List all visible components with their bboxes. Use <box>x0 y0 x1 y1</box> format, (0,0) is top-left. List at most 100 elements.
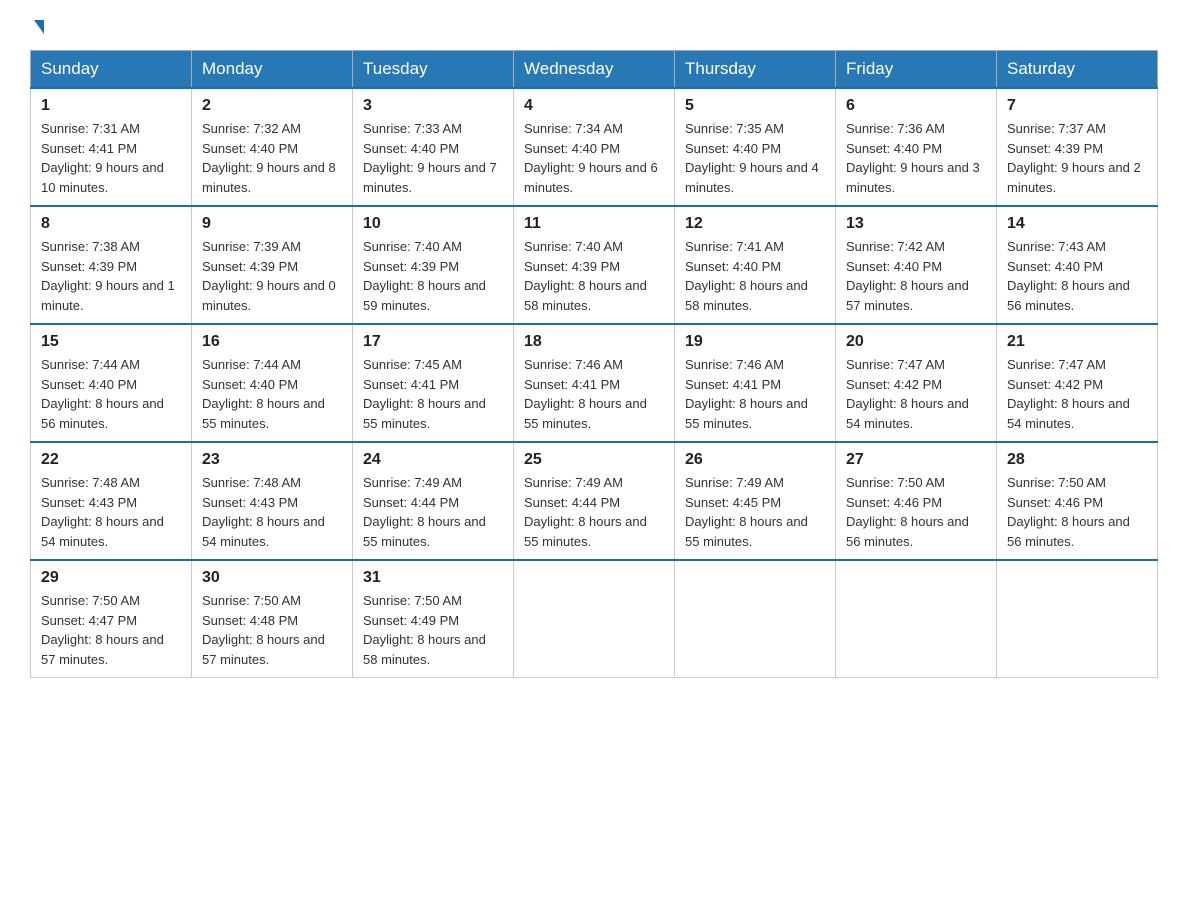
day-info: Sunrise: 7:46 AMSunset: 4:41 PMDaylight:… <box>685 355 825 433</box>
day-number: 27 <box>846 451 986 469</box>
day-of-week-header: Thursday <box>675 51 836 89</box>
day-number: 30 <box>202 569 342 587</box>
calendar-cell: 20 Sunrise: 7:47 AMSunset: 4:42 PMDayligh… <box>836 324 997 442</box>
calendar-cell <box>836 560 997 678</box>
calendar-cell: 8 Sunrise: 7:38 AMSunset: 4:39 PMDaylight… <box>31 206 192 324</box>
day-number: 19 <box>685 333 825 351</box>
calendar-cell: 9Sunrise: 7:39 AMSunset: 4:39 PMDaylight… <box>192 206 353 324</box>
day-number: 2 <box>202 97 342 115</box>
day-of-week-header: Monday <box>192 51 353 89</box>
calendar-cell <box>514 560 675 678</box>
day-info: Sunrise: 7:43 AMSunset: 4:40 PMDaylight:… <box>1007 237 1147 315</box>
day-number: 28 <box>1007 451 1147 469</box>
calendar-cell: 17Sunrise: 7:45 AMSunset: 4:41 PMDayligh… <box>353 324 514 442</box>
logo-blue-text <box>30 20 44 34</box>
day-info: Sunrise: 7:38 AMSunset: 4:39 PMDaylight:… <box>41 237 181 315</box>
day-info: Sunrise: 7:50 AMSunset: 4:48 PMDaylight:… <box>202 591 342 669</box>
day-info: Sunrise: 7:42 AMSunset: 4:40 PMDaylight:… <box>846 237 986 315</box>
day-number: 18 <box>524 333 664 351</box>
calendar-cell: 27 Sunrise: 7:50 AMSunset: 4:46 PMDayligh… <box>836 442 997 560</box>
day-info: Sunrise: 7:45 AMSunset: 4:41 PMDaylight:… <box>363 355 503 433</box>
day-info: Sunrise: 7:35 AMSunset: 4:40 PMDaylight:… <box>685 119 825 197</box>
calendar-cell: 14 Sunrise: 7:43 AMSunset: 4:40 PMDayligh… <box>997 206 1158 324</box>
week-row: 15Sunrise: 7:44 AMSunset: 4:40 PMDayligh… <box>31 324 1158 442</box>
calendar-cell: 30 Sunrise: 7:50 AMSunset: 4:48 PMDayligh… <box>192 560 353 678</box>
day-info: Sunrise: 7:49 AMSunset: 4:45 PMDaylight:… <box>685 473 825 551</box>
calendar-cell: 19 Sunrise: 7:46 AMSunset: 4:41 PMDayligh… <box>675 324 836 442</box>
day-info: Sunrise: 7:40 AMSunset: 4:39 PMDaylight:… <box>363 237 503 315</box>
day-number: 21 <box>1007 333 1147 351</box>
day-number: 25 <box>524 451 664 469</box>
day-of-week-header: Sunday <box>31 51 192 89</box>
calendar-cell: 13 Sunrise: 7:42 AMSunset: 4:40 PMDayligh… <box>836 206 997 324</box>
week-row: 1 Sunrise: 7:31 AMSunset: 4:41 PMDaylight… <box>31 88 1158 206</box>
calendar-cell: 21 Sunrise: 7:47 AMSunset: 4:42 PMDayligh… <box>997 324 1158 442</box>
calendar-cell: 25 Sunrise: 7:49 AMSunset: 4:44 PMDayligh… <box>514 442 675 560</box>
calendar-cell: 22Sunrise: 7:48 AMSunset: 4:43 PMDayligh… <box>31 442 192 560</box>
day-number: 31 <box>363 569 503 587</box>
calendar-cell: 6 Sunrise: 7:36 AMSunset: 4:40 PMDaylight… <box>836 88 997 206</box>
calendar-cell <box>675 560 836 678</box>
day-number: 14 <box>1007 215 1147 233</box>
calendar-cell: 18 Sunrise: 7:46 AMSunset: 4:41 PMDayligh… <box>514 324 675 442</box>
day-info: Sunrise: 7:33 AMSunset: 4:40 PMDaylight:… <box>363 119 503 197</box>
calendar-cell: 16 Sunrise: 7:44 AMSunset: 4:40 PMDayligh… <box>192 324 353 442</box>
day-number: 4 <box>524 97 664 115</box>
day-of-week-header: Saturday <box>997 51 1158 89</box>
day-info: Sunrise: 7:50 AMSunset: 4:46 PMDaylight:… <box>1007 473 1147 551</box>
days-header-row: SundayMondayTuesdayWednesdayThursdayFrid… <box>31 51 1158 89</box>
day-number: 11 <box>524 215 664 233</box>
calendar-cell: 23 Sunrise: 7:48 AMSunset: 4:43 PMDayligh… <box>192 442 353 560</box>
logo-triangle-icon <box>34 20 44 34</box>
day-of-week-header: Tuesday <box>353 51 514 89</box>
calendar-cell: 28 Sunrise: 7:50 AMSunset: 4:46 PMDayligh… <box>997 442 1158 560</box>
day-info: Sunrise: 7:47 AMSunset: 4:42 PMDaylight:… <box>1007 355 1147 433</box>
calendar-cell: 1 Sunrise: 7:31 AMSunset: 4:41 PMDaylight… <box>31 88 192 206</box>
day-number: 8 <box>41 215 181 233</box>
calendar-cell: 31 Sunrise: 7:50 AMSunset: 4:49 PMDayligh… <box>353 560 514 678</box>
day-number: 13 <box>846 215 986 233</box>
day-info: Sunrise: 7:50 AMSunset: 4:47 PMDaylight:… <box>41 591 181 669</box>
calendar-cell: 10 Sunrise: 7:40 AMSunset: 4:39 PMDayligh… <box>353 206 514 324</box>
day-info: Sunrise: 7:36 AMSunset: 4:40 PMDaylight:… <box>846 119 986 197</box>
day-number: 5 <box>685 97 825 115</box>
day-number: 6 <box>846 97 986 115</box>
week-row: 22Sunrise: 7:48 AMSunset: 4:43 PMDayligh… <box>31 442 1158 560</box>
calendar-cell: 29Sunrise: 7:50 AMSunset: 4:47 PMDayligh… <box>31 560 192 678</box>
logo <box>30 20 44 34</box>
day-info: Sunrise: 7:46 AMSunset: 4:41 PMDaylight:… <box>524 355 664 433</box>
calendar-cell: 26 Sunrise: 7:49 AMSunset: 4:45 PMDayligh… <box>675 442 836 560</box>
day-of-week-header: Wednesday <box>514 51 675 89</box>
day-number: 20 <box>846 333 986 351</box>
day-number: 24 <box>363 451 503 469</box>
calendar-cell: 12 Sunrise: 7:41 AMSunset: 4:40 PMDayligh… <box>675 206 836 324</box>
calendar-cell: 4Sunrise: 7:34 AMSunset: 4:40 PMDaylight… <box>514 88 675 206</box>
day-info: Sunrise: 7:31 AMSunset: 4:41 PMDaylight:… <box>41 119 181 197</box>
day-info: Sunrise: 7:48 AMSunset: 4:43 PMDaylight:… <box>41 473 181 551</box>
day-number: 12 <box>685 215 825 233</box>
day-info: Sunrise: 7:44 AMSunset: 4:40 PMDaylight:… <box>202 355 342 433</box>
day-number: 1 <box>41 97 181 115</box>
day-info: Sunrise: 7:47 AMSunset: 4:42 PMDaylight:… <box>846 355 986 433</box>
calendar-cell: 2Sunrise: 7:32 AMSunset: 4:40 PMDaylight… <box>192 88 353 206</box>
day-info: Sunrise: 7:41 AMSunset: 4:40 PMDaylight:… <box>685 237 825 315</box>
day-info: Sunrise: 7:50 AMSunset: 4:46 PMDaylight:… <box>846 473 986 551</box>
day-info: Sunrise: 7:39 AMSunset: 4:39 PMDaylight:… <box>202 237 342 315</box>
day-info: Sunrise: 7:50 AMSunset: 4:49 PMDaylight:… <box>363 591 503 669</box>
week-row: 29Sunrise: 7:50 AMSunset: 4:47 PMDayligh… <box>31 560 1158 678</box>
day-info: Sunrise: 7:37 AMSunset: 4:39 PMDaylight:… <box>1007 119 1147 197</box>
day-info: Sunrise: 7:44 AMSunset: 4:40 PMDaylight:… <box>41 355 181 433</box>
calendar-table: SundayMondayTuesdayWednesdayThursdayFrid… <box>30 50 1158 678</box>
calendar-cell <box>997 560 1158 678</box>
day-info: Sunrise: 7:48 AMSunset: 4:43 PMDaylight:… <box>202 473 342 551</box>
day-number: 16 <box>202 333 342 351</box>
day-info: Sunrise: 7:49 AMSunset: 4:44 PMDaylight:… <box>524 473 664 551</box>
day-number: 23 <box>202 451 342 469</box>
day-number: 26 <box>685 451 825 469</box>
page-header <box>30 20 1158 34</box>
day-info: Sunrise: 7:49 AMSunset: 4:44 PMDaylight:… <box>363 473 503 551</box>
calendar-cell: 7Sunrise: 7:37 AMSunset: 4:39 PMDaylight… <box>997 88 1158 206</box>
day-of-week-header: Friday <box>836 51 997 89</box>
day-number: 10 <box>363 215 503 233</box>
day-info: Sunrise: 7:40 AMSunset: 4:39 PMDaylight:… <box>524 237 664 315</box>
